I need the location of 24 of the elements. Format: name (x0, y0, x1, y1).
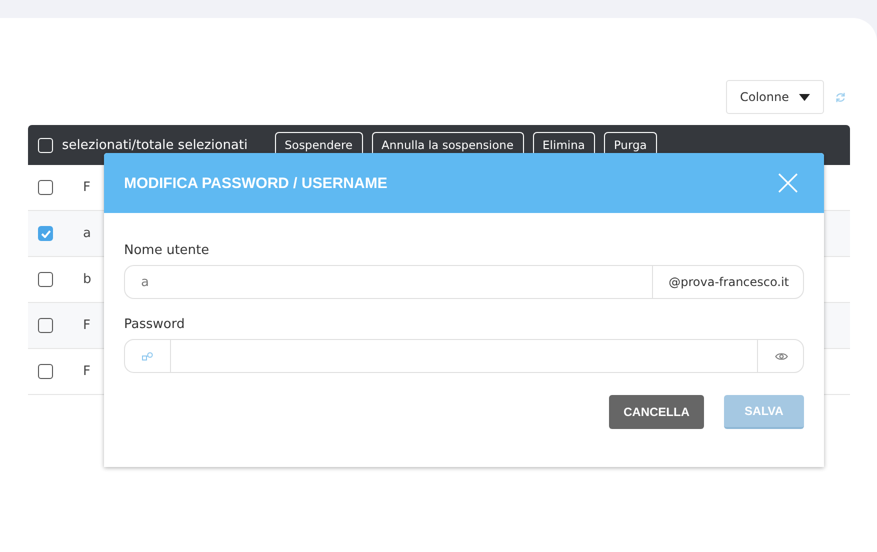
dialog-title: MODIFICA PASSWORD / USERNAME (124, 174, 388, 192)
cancel-button[interactable]: CANCELLA (609, 395, 704, 429)
key-icon (142, 352, 152, 360)
columns-dropdown[interactable]: Colonne (726, 80, 824, 114)
row-checkbox[interactable] (38, 226, 53, 241)
table-cell: a (83, 226, 91, 241)
password-field[interactable] (124, 339, 804, 373)
table-cell: F (83, 180, 90, 195)
row-checkbox[interactable] (38, 364, 53, 379)
username-field[interactable]: a (124, 265, 652, 299)
table-cell: b (83, 272, 92, 287)
row-checkbox[interactable] (38, 272, 53, 287)
select-all-checkbox[interactable] (38, 138, 53, 152)
table-cell: F (83, 318, 90, 333)
field-label: Nome utente (124, 243, 210, 258)
domain-suffix: @prova-francesco.it (652, 265, 804, 299)
field-label: Password (124, 317, 186, 332)
caret-icon (799, 94, 810, 100)
selection-count-label: selezionati/totale selezionati (62, 138, 248, 152)
table-cell: F (83, 364, 90, 379)
row-checkbox[interactable] (38, 180, 53, 195)
row-checkbox[interactable] (38, 318, 53, 333)
eye-icon[interactable] (774, 352, 788, 360)
check-icon (40, 230, 50, 238)
